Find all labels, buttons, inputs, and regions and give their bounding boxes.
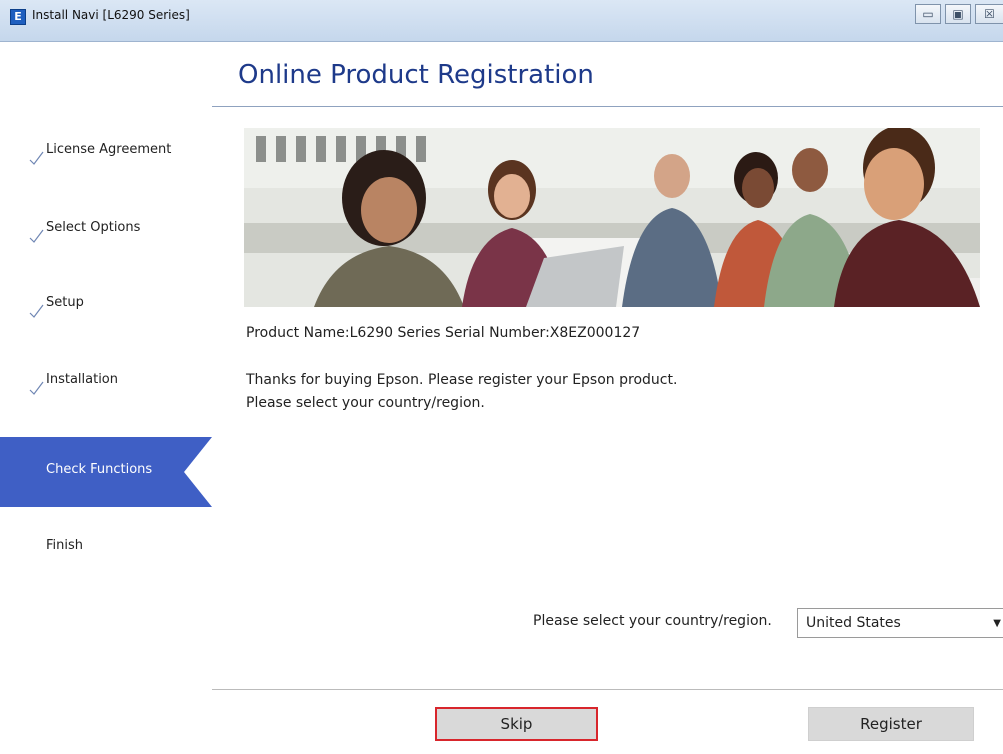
step-label: Setup: [46, 295, 84, 310]
skip-button[interactable]: Skip: [435, 707, 598, 741]
step-select-options: Select Options: [0, 206, 212, 276]
window-title: Install Navi [L6290 Series]: [32, 8, 190, 22]
page-title: Online Product Registration: [238, 60, 594, 90]
step-label: License Agreement: [46, 142, 172, 157]
select-prompt-message: Please select your country/region.: [246, 395, 485, 411]
step-installation: Installation: [0, 358, 212, 428]
footer-divider: [212, 689, 1003, 690]
title-divider: [212, 106, 1003, 107]
step-label: Installation: [46, 372, 119, 387]
register-button[interactable]: Register: [808, 707, 974, 741]
checkmark-icon: [29, 229, 44, 243]
country-selected-value: United States: [806, 615, 901, 631]
thanks-message: Thanks for buying Epson. Please register…: [246, 372, 678, 388]
maximize-button[interactable]: ▣: [945, 4, 971, 24]
product-info-text: Product Name:L6290 Series Serial Number:…: [246, 325, 641, 341]
step-check-functions: Check Functions: [0, 437, 212, 507]
country-dropdown[interactable]: United States ▼: [797, 608, 1003, 638]
step-setup: Setup: [0, 281, 212, 351]
chevron-down-icon: ▼: [993, 618, 1001, 629]
step-license-agreement: License Agreement: [0, 128, 212, 198]
window-controls: ▭ ▣ ☒: [911, 4, 1003, 26]
epson-app-icon: E: [10, 9, 26, 25]
install-steps-sidebar: License Agreement Select Options Setup I…: [0, 42, 212, 754]
step-label: Select Options: [46, 220, 141, 235]
checkmark-icon: [29, 304, 44, 318]
checkmark-icon: [29, 381, 44, 395]
step-label: Finish: [46, 538, 84, 553]
minimize-button[interactable]: ▭: [915, 4, 941, 24]
people-photo-illustration: [244, 128, 980, 307]
checkmark-icon: [29, 151, 44, 165]
step-finish: Finish: [0, 516, 212, 586]
close-button[interactable]: ☒: [975, 4, 1003, 24]
country-select-label: Please select your country/region.: [533, 613, 772, 629]
active-step-pointer: [184, 437, 212, 507]
step-label: Check Functions: [46, 462, 153, 477]
window-titlebar: E Install Navi [L6290 Series] ▭ ▣ ☒: [0, 0, 1003, 42]
epson-banner-photo: [244, 128, 980, 307]
